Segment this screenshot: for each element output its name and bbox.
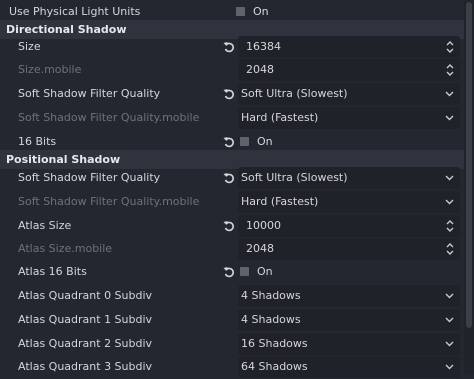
directional-size-row: Size 16384 [0, 35, 464, 59]
positional-filter-quality-mobile-value: Hard (Fastest) [241, 195, 319, 208]
atlas-quadrant-1-dropdown[interactable]: 4 Shadows [238, 309, 460, 331]
directional-filter-quality-value: Soft Ultra (Slowest) [241, 87, 348, 100]
positional-filter-quality-label: Soft Shadow Filter Quality [18, 171, 161, 184]
directional-filter-quality-mobile-row: Soft Shadow Filter Quality.mobile Hard (… [0, 106, 464, 130]
atlas-quadrant-1-label: Atlas Quadrant 1 Subdiv [18, 313, 153, 326]
revert-icon[interactable] [222, 265, 236, 279]
atlas-size-mobile-label: Atlas Size.mobile [18, 242, 113, 255]
atlas-16-bits-checkbox[interactable] [240, 267, 249, 276]
atlas-quadrant-2-label: Atlas Quadrant 2 Subdiv [18, 337, 153, 350]
atlas-quadrant-3-label: Atlas Quadrant 3 Subdiv [18, 360, 153, 373]
atlas-size-spinbox[interactable]: 10000 [238, 215, 460, 237]
atlas-quadrant-0-value: 4 Shadows [241, 289, 301, 302]
directional-filter-quality-mobile-label: Soft Shadow Filter Quality.mobile [18, 111, 200, 124]
chevron-down-icon [445, 293, 454, 299]
spin-arrows-icon[interactable] [446, 241, 454, 257]
atlas-quadrant-2-dropdown[interactable]: 16 Shadows [238, 333, 460, 355]
atlas-size-mobile-row: Atlas Size.mobile 2048 [0, 237, 464, 261]
atlas-16-bits-value[interactable]: On [257, 265, 273, 278]
atlas-quadrant-0-label: Atlas Quadrant 0 Subdiv [18, 289, 153, 302]
atlas-quadrant-1-value: 4 Shadows [241, 313, 301, 326]
use-physical-light-units-value[interactable]: On [253, 5, 269, 18]
atlas-size-mobile-value: 2048 [246, 242, 274, 255]
directional-size-label: Size [18, 40, 41, 53]
atlas-size-row: Atlas Size 10000 [0, 214, 464, 238]
atlas-size-label: Atlas Size [18, 219, 72, 232]
positional-filter-quality-value: Soft Ultra (Slowest) [241, 171, 348, 184]
revert-icon[interactable] [222, 219, 236, 233]
directional-16-bits-label: 16 Bits [18, 135, 57, 148]
spin-arrows-icon[interactable] [446, 62, 454, 78]
directional-filter-quality-dropdown[interactable]: Soft Ultra (Slowest) [238, 83, 460, 105]
directional-filter-quality-mobile-dropdown[interactable]: Hard (Fastest) [238, 107, 460, 129]
revert-icon[interactable] [222, 171, 236, 185]
chevron-down-icon [445, 91, 454, 97]
atlas-16-bits-row: Atlas 16 Bits On [0, 260, 464, 284]
atlas-quadrant-0-row: Atlas Quadrant 0 Subdiv 4 Shadows [0, 284, 464, 308]
positional-filter-quality-mobile-label: Soft Shadow Filter Quality.mobile [18, 195, 200, 208]
chevron-down-icon [445, 199, 454, 205]
directional-filter-quality-mobile-value: Hard (Fastest) [241, 111, 319, 124]
atlas-16-bits-label: Atlas 16 Bits [18, 265, 87, 278]
positional-filter-quality-row: Soft Shadow Filter Quality Soft Ultra (S… [0, 166, 464, 190]
positional-filter-quality-mobile-row: Soft Shadow Filter Quality.mobile Hard (… [0, 190, 464, 214]
scrollbar-thumb[interactable] [466, 2, 472, 328]
atlas-quadrant-2-value: 16 Shadows [241, 337, 308, 350]
atlas-size-value: 10000 [246, 219, 281, 232]
use-physical-light-units-label: Use Physical Light Units [9, 5, 141, 18]
atlas-quadrant-1-row: Atlas Quadrant 1 Subdiv 4 Shadows [0, 308, 464, 332]
atlas-quadrant-3-row: Atlas Quadrant 3 Subdiv 64 Shadows [0, 355, 464, 379]
chevron-down-icon [445, 364, 454, 370]
directional-size-mobile-spinbox[interactable]: 2048 [238, 59, 460, 81]
atlas-quadrant-3-value: 64 Shadows [241, 360, 308, 373]
chevron-down-icon [445, 115, 454, 121]
directional-filter-quality-label: Soft Shadow Filter Quality [18, 87, 161, 100]
revert-icon[interactable] [222, 87, 236, 101]
directional-16-bits-value[interactable]: On [257, 135, 273, 148]
directional-size-mobile-label: Size.mobile [18, 63, 82, 76]
directional-size-mobile-value: 2048 [246, 63, 274, 76]
positional-filter-quality-mobile-dropdown[interactable]: Hard (Fastest) [238, 191, 460, 213]
vertical-scrollbar[interactable] [464, 0, 474, 374]
revert-icon[interactable] [222, 40, 236, 54]
chevron-down-icon [445, 341, 454, 347]
chevron-down-icon [445, 317, 454, 323]
atlas-size-mobile-spinbox[interactable]: 2048 [238, 238, 460, 260]
atlas-quadrant-2-row: Atlas Quadrant 2 Subdiv 16 Shadows [0, 332, 464, 356]
directional-16-bits-checkbox[interactable] [240, 137, 249, 146]
spin-arrows-icon[interactable] [446, 39, 454, 55]
positional-filter-quality-dropdown[interactable]: Soft Ultra (Slowest) [238, 167, 460, 189]
atlas-quadrant-0-dropdown[interactable]: 4 Shadows [238, 285, 460, 307]
atlas-quadrant-3-dropdown[interactable]: 64 Shadows [238, 356, 460, 378]
directional-filter-quality-row: Soft Shadow Filter Quality Soft Ultra (S… [0, 82, 464, 106]
section-positional-shadow-title: Positional Shadow [6, 153, 121, 166]
spin-arrows-icon[interactable] [446, 218, 454, 234]
chevron-down-icon [445, 175, 454, 181]
directional-size-mobile-row: Size.mobile 2048 [0, 58, 464, 82]
directional-size-value: 16384 [246, 40, 281, 53]
revert-icon[interactable] [222, 135, 236, 149]
directional-size-spinbox[interactable]: 16384 [238, 36, 460, 58]
use-physical-light-units-checkbox[interactable] [236, 7, 245, 16]
